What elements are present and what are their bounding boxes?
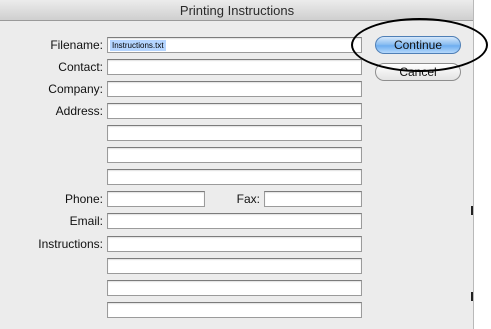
- filename-label: Filename:: [50, 38, 103, 52]
- instructions-label: Instructions:: [38, 237, 103, 251]
- address-field-line-2[interactable]: [107, 125, 362, 141]
- address-field-line-1[interactable]: [107, 103, 362, 119]
- company-label: Company:: [48, 82, 103, 96]
- instructions-field-line-3[interactable]: [107, 280, 362, 296]
- fax-label: Fax:: [236, 192, 260, 206]
- email-label: Email:: [69, 214, 103, 228]
- edge-mark: [471, 292, 473, 301]
- edge-mark: [471, 206, 473, 215]
- phone-field[interactable]: [107, 191, 205, 207]
- phone-label: Phone:: [64, 192, 103, 206]
- address-field-line-4[interactable]: [107, 169, 362, 185]
- company-field[interactable]: [107, 81, 362, 97]
- instructions-field-line-2[interactable]: [107, 258, 362, 274]
- highlight-ellipse: [351, 18, 488, 72]
- contact-label: Contact:: [58, 60, 103, 74]
- fax-field[interactable]: [264, 191, 362, 207]
- contact-field[interactable]: [107, 59, 362, 75]
- address-label: Address:: [55, 104, 103, 118]
- filename-field[interactable]: Instructions.txt: [107, 37, 362, 53]
- address-field-line-3[interactable]: [107, 147, 362, 163]
- email-field[interactable]: [107, 213, 362, 229]
- instructions-field-line-1[interactable]: [107, 236, 362, 252]
- dialog-title: Printing Instructions: [179, 3, 295, 18]
- instructions-field-line-4[interactable]: [107, 302, 362, 318]
- filename-value: Instructions.txt: [110, 40, 166, 51]
